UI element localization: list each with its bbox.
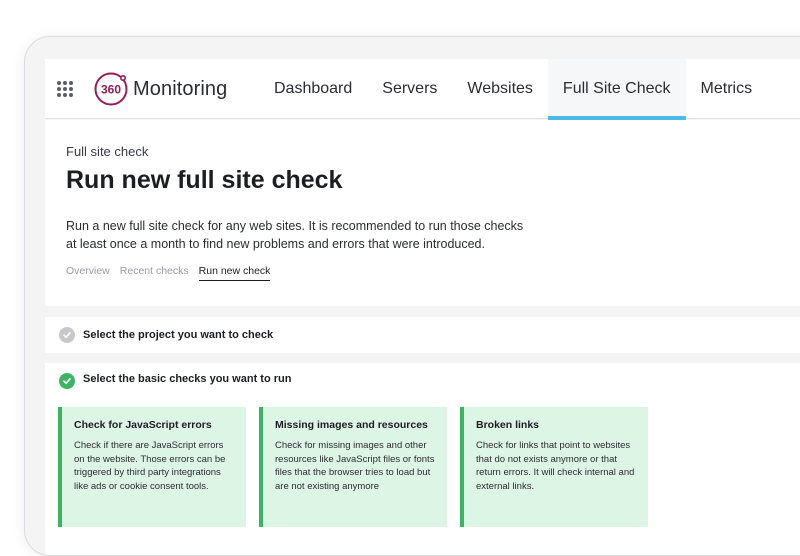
card-description: Check for links that point to websites t…: [476, 440, 635, 492]
check-card-missing-resources[interactable]: Missing images and resources Check for m…: [259, 407, 447, 527]
card-description: Check if there are JavaScript errors on …: [74, 440, 226, 492]
nav-full-site-check[interactable]: Full Site Check: [547, 59, 686, 120]
check-circle-icon: [59, 327, 75, 343]
page-title: Run new full site check: [66, 166, 343, 194]
nav-metrics-label: Metrics: [700, 80, 753, 97]
nav-servers-label: Servers: [382, 80, 438, 97]
step-select-project[interactable]: Select the project you want to check: [45, 317, 800, 353]
main-nav: Dashboard Servers Websites Full Site Che…: [259, 59, 768, 120]
check-card-javascript-errors[interactable]: Check for JavaScript errors Check if the…: [58, 407, 246, 527]
brand-name: Monitoring: [133, 77, 228, 100]
app-grid-icon[interactable]: [57, 81, 73, 97]
step-select-project-label: Select the project you want to check: [83, 329, 274, 341]
brand-logo[interactable]: 360 Monitoring: [93, 71, 227, 107]
nav-dashboard-label: Dashboard: [274, 80, 353, 97]
step-select-checks-label: Select the basic checks you want to run: [83, 373, 292, 385]
card-title: Broken links: [476, 419, 540, 431]
tab-overview[interactable]: Overview: [66, 265, 110, 281]
card-description: Check for missing images and other resou…: [275, 440, 435, 492]
check-circle-icon[interactable]: [59, 373, 75, 389]
logo-number: 360: [101, 83, 121, 97]
breadcrumb: Full site check: [66, 144, 149, 159]
card-title: Check for JavaScript errors: [74, 419, 212, 431]
nav-full-site-check-label: Full Site Check: [562, 80, 671, 97]
app-window: 360 Monitoring Dashboard Servers Website…: [24, 36, 800, 556]
page-header: Full site check Run new full site check …: [45, 120, 800, 306]
check-card-broken-links[interactable]: Broken links Check for links that point …: [460, 407, 648, 527]
nav-servers[interactable]: Servers: [367, 59, 452, 119]
tab-recent-checks[interactable]: Recent checks: [120, 265, 189, 281]
sub-tabs: Overview Recent checks Run new check: [66, 265, 271, 281]
nav-dashboard[interactable]: Dashboard: [259, 59, 367, 119]
logo-circle-icon: 360: [94, 72, 128, 106]
page-description: Run a new full site check for any web si…: [66, 219, 524, 251]
tab-run-new-check[interactable]: Run new check: [198, 265, 271, 281]
nav-metrics[interactable]: Metrics: [686, 59, 768, 119]
nav-websites[interactable]: Websites: [452, 59, 548, 119]
nav-websites-label: Websites: [467, 80, 533, 97]
top-navbar: 360 Monitoring Dashboard Servers Website…: [45, 59, 800, 120]
card-title: Missing images and resources: [275, 419, 428, 431]
